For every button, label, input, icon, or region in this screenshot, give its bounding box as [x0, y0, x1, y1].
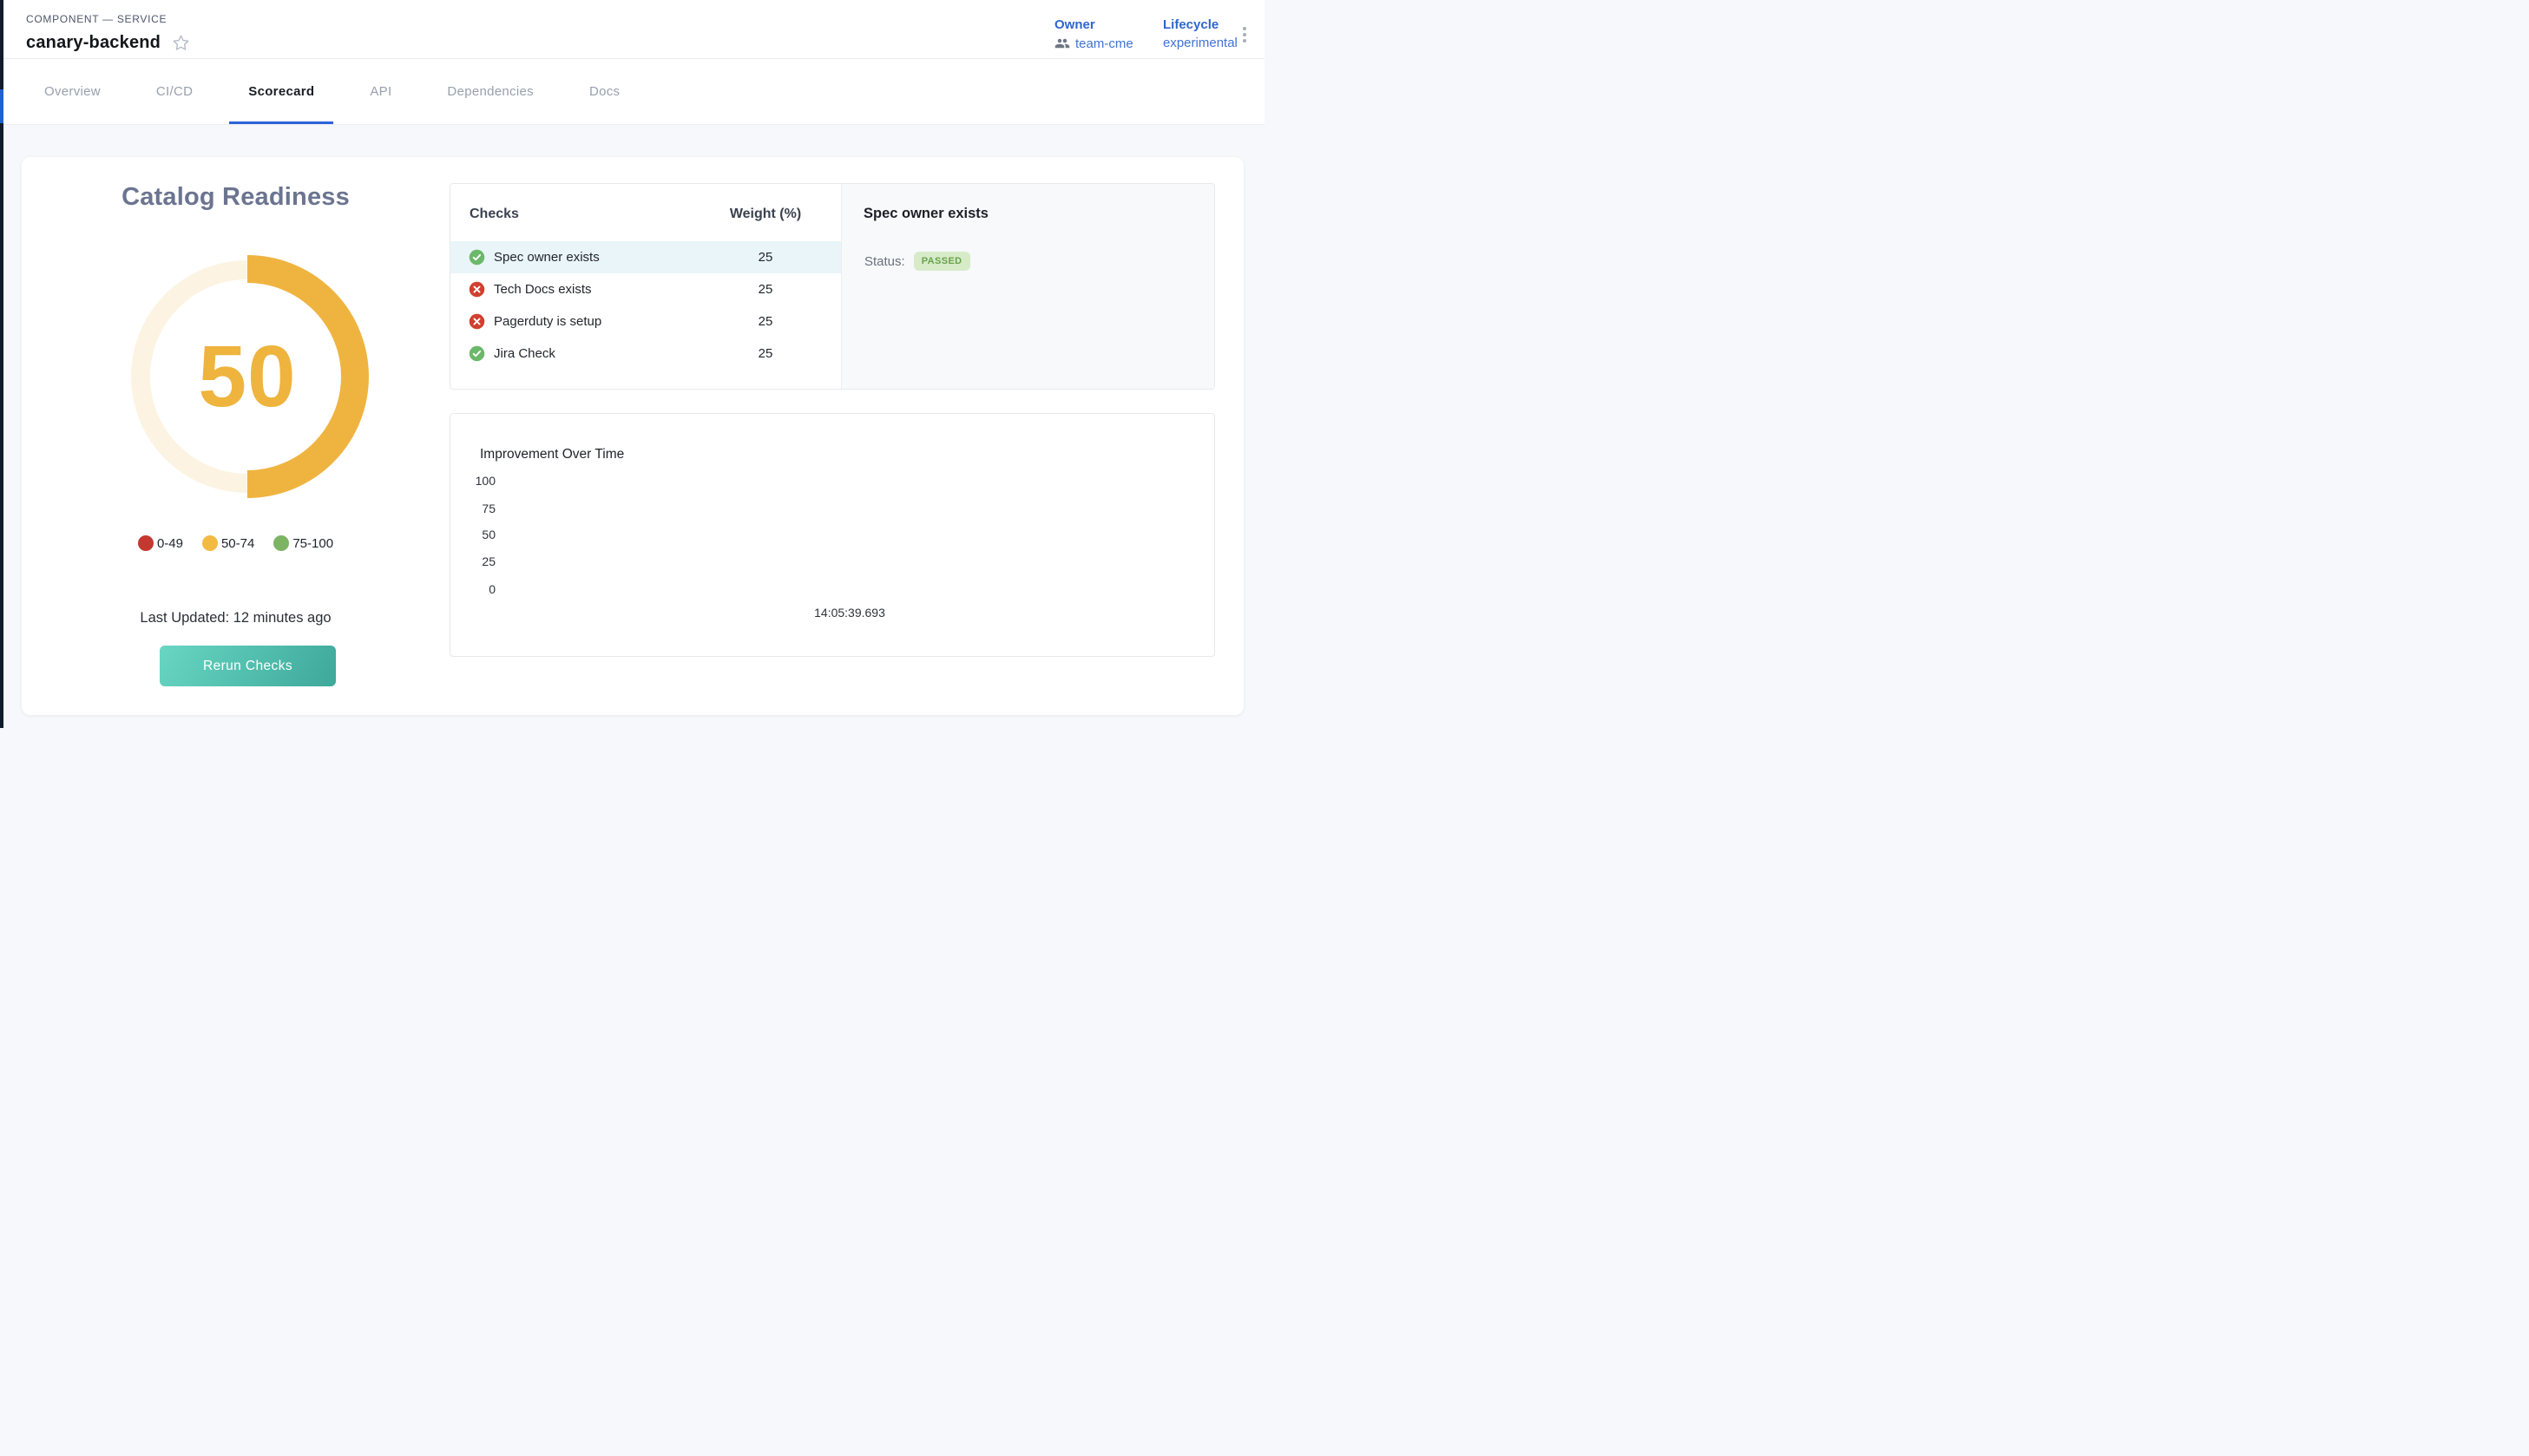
- owner-value-link[interactable]: team-cme: [1075, 36, 1133, 51]
- weight-column-header: Weight (%): [713, 207, 818, 222]
- scorecard-title: Catalog Readiness: [22, 183, 450, 212]
- tab-dependencies[interactable]: Dependencies: [428, 59, 553, 124]
- legend-item-mid: 50-74: [202, 535, 254, 551]
- legend-item-low: 0-49: [138, 535, 183, 551]
- chart-title: Improvement Over Time: [480, 447, 624, 462]
- improvement-chart-card: Improvement Over Time 100 75 50 25 0 14:…: [450, 413, 1215, 657]
- last-updated-text: Last Updated: 12 minutes ago: [22, 610, 450, 626]
- check-passed-icon: [469, 345, 485, 362]
- check-failed-icon: [469, 313, 485, 330]
- check-detail-panel: Spec owner exists Status: PASSED: [841, 184, 1214, 389]
- scorecard-panel: Catalog Readiness 50 0-49 50-74 75-100 L…: [22, 157, 1244, 715]
- owner-label: Owner: [1054, 17, 1133, 32]
- score-legend: 0-49 50-74 75-100: [22, 535, 450, 551]
- entity-tabs: Overview CI/CD Scorecard API Dependencie…: [3, 59, 1264, 125]
- tab-api[interactable]: API: [351, 59, 411, 124]
- check-row-jira[interactable]: Jira Check 25: [450, 338, 841, 370]
- page-header: COMPONENT — SERVICE canary-backend Owner…: [3, 0, 1264, 59]
- favorite-star-icon[interactable]: [172, 34, 190, 52]
- status-badge: PASSED: [914, 252, 970, 271]
- check-detail-title: Spec owner exists: [864, 206, 989, 222]
- legend-dot-red: [138, 535, 154, 551]
- breadcrumb: COMPONENT — SERVICE: [26, 13, 167, 25]
- y-axis-tick: 0: [450, 582, 496, 596]
- x-axis-tick: 14:05:39.693: [789, 606, 910, 620]
- y-axis-tick: 50: [450, 528, 496, 541]
- y-axis-tick: 75: [450, 502, 496, 515]
- page-title: canary-backend: [26, 33, 161, 53]
- sidebar-active-indicator: [0, 89, 3, 123]
- collapsed-sidebar-edge: [0, 0, 3, 728]
- check-failed-icon: [469, 281, 485, 298]
- tab-cicd[interactable]: CI/CD: [137, 59, 212, 124]
- checks-column-header: Checks: [470, 207, 519, 222]
- checks-card: Checks Weight (%) Spec owner exists 25 T…: [450, 183, 1215, 390]
- check-row-pagerduty[interactable]: Pagerduty is setup 25: [450, 305, 841, 338]
- group-icon: [1054, 36, 1070, 51]
- more-options-icon[interactable]: [1239, 27, 1250, 43]
- legend-dot-yellow: [202, 535, 218, 551]
- lifecycle-label: Lifecycle: [1163, 17, 1238, 32]
- check-passed-icon: [469, 249, 485, 266]
- legend-item-high: 75-100: [273, 535, 333, 551]
- tab-overview[interactable]: Overview: [25, 59, 120, 124]
- tab-scorecard[interactable]: Scorecard: [229, 59, 333, 124]
- status-label: Status:: [864, 254, 905, 269]
- lifecycle-value: experimental: [1163, 36, 1238, 50]
- checks-list: Spec owner exists 25 Tech Docs exists 25…: [450, 241, 841, 370]
- score-value: 50: [126, 255, 369, 498]
- active-tab-indicator: [229, 121, 333, 124]
- legend-dot-green: [273, 535, 289, 551]
- y-axis-tick: 100: [450, 474, 496, 488]
- tab-docs[interactable]: Docs: [570, 59, 639, 124]
- lifecycle-meta: Lifecycle experimental: [1163, 17, 1238, 50]
- check-row-tech-docs[interactable]: Tech Docs exists 25: [450, 273, 841, 305]
- score-gauge: 50: [126, 255, 369, 498]
- y-axis-tick: 25: [450, 554, 496, 568]
- rerun-checks-button[interactable]: Rerun Checks: [160, 646, 336, 686]
- owner-meta: Owner team-cme: [1054, 17, 1133, 51]
- check-row-spec-owner[interactable]: Spec owner exists 25: [450, 241, 841, 273]
